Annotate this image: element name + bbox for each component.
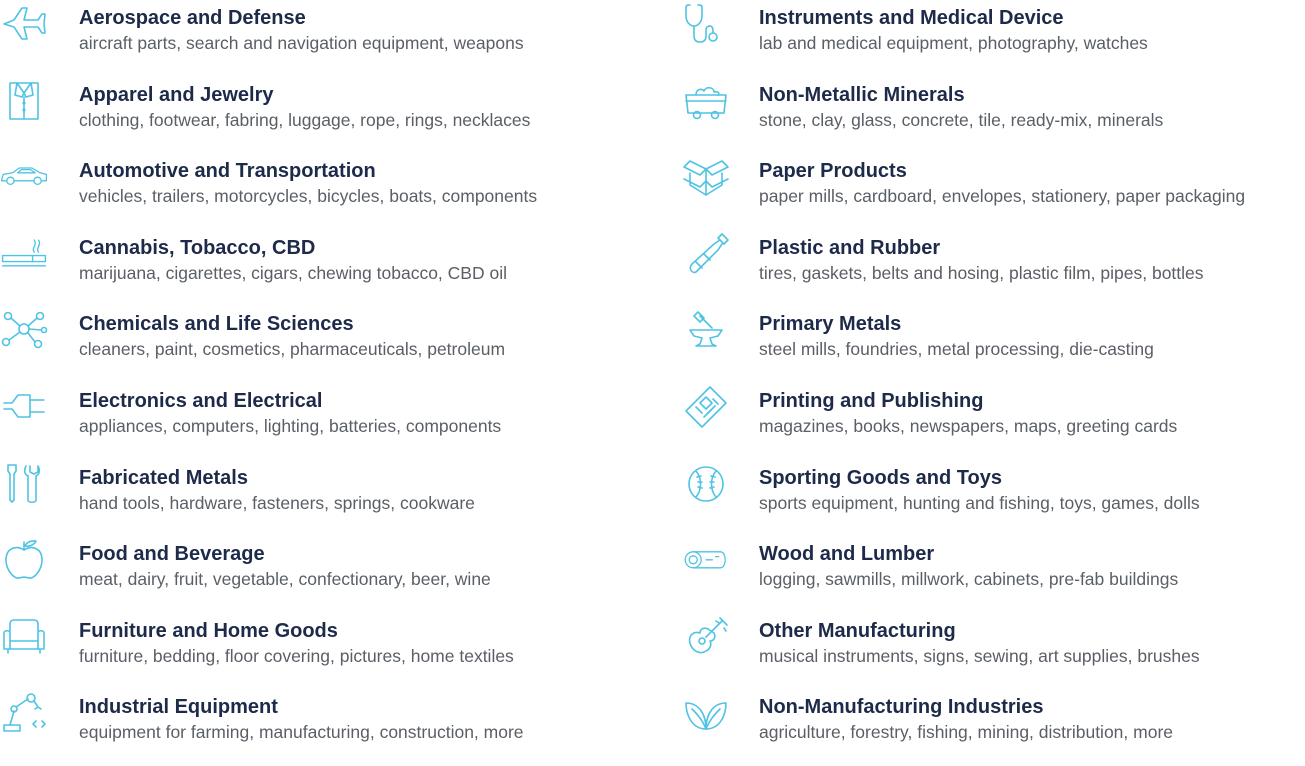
industry-item-apparel[interactable]: Apparel and Jewelry clothing, footwear, … — [0, 77, 640, 154]
newspaper-icon — [682, 385, 730, 428]
industry-title: Paper Products — [759, 160, 907, 183]
industry-item-wood[interactable]: Wood and Lumber logging, sawmills, millw… — [680, 536, 1305, 613]
car-icon — [0, 155, 48, 197]
industry-description: equipment for farming, manufacturing, co… — [79, 722, 524, 743]
industry-description: magazines, books, newspapers, maps, gree… — [759, 415, 1178, 436]
leaves-icon — [682, 691, 730, 733]
industry-description: vehicles, trailers, motorcycles, bicycle… — [79, 186, 538, 207]
log-icon — [682, 538, 730, 580]
industry-item-automotive[interactable]: Automotive and Transportation vehicles, … — [0, 153, 640, 230]
airplane-icon — [0, 2, 48, 44]
apple-icon — [0, 538, 48, 580]
industry-title: Apparel and Jewelry — [79, 83, 274, 106]
industry-item-fabricated-metals[interactable]: Fabricated Metals hand tools, hardware, … — [0, 460, 640, 537]
industry-description: sports equipment, hunting and fishing, t… — [759, 492, 1200, 513]
industry-title: Printing and Publishing — [759, 389, 984, 412]
guitar-icon — [682, 615, 730, 657]
industry-description: meat, dairy, fruit, vegetable, confectio… — [79, 569, 491, 590]
left-column: Aerospace and Defense aircraft parts, se… — [0, 0, 640, 766]
industry-title: Fabricated Metals — [79, 466, 248, 489]
industry-description: cleaners, paint, cosmetics, pharmaceutic… — [79, 339, 506, 360]
industry-item-food[interactable]: Food and Beverage meat, dairy, fruit, ve… — [0, 536, 640, 613]
cigarette-icon — [0, 232, 48, 274]
baseball-icon — [682, 462, 730, 504]
industry-item-non-manufacturing[interactable]: Non-Manufacturing Industries agriculture… — [680, 689, 1305, 766]
anvil-icon — [682, 308, 730, 350]
industry-title: Wood and Lumber — [759, 543, 935, 566]
industry-item-instruments[interactable]: Instruments and Medical Device lab and m… — [680, 0, 1305, 77]
industry-description: agriculture, forestry, fishing, mining, … — [759, 722, 1174, 743]
industry-description: musical instruments, signs, sewing, art … — [759, 645, 1200, 666]
industry-title: Cannabis, Tobacco, CBD — [79, 236, 316, 259]
right-column: Instruments and Medical Device lab and m… — [680, 0, 1305, 766]
industry-title: Instruments and Medical Device — [759, 7, 1064, 29]
industry-title: Sporting Goods and Toys — [759, 466, 1002, 489]
armchair-icon — [0, 615, 48, 657]
industry-description: lab and medical equipment, photography, … — [759, 33, 1148, 53]
molecule-icon — [0, 308, 48, 350]
industry-item-plastic[interactable]: Plastic and Rubber tires, gaskets, belts… — [680, 230, 1305, 307]
industry-title: Furniture and Home Goods — [79, 619, 338, 642]
industry-item-electronics[interactable]: Electronics and Electrical appliances, c… — [0, 383, 640, 460]
shirt-icon — [0, 79, 48, 121]
plug-icon — [0, 385, 48, 427]
industry-title: Non-Manufacturing Industries — [759, 696, 1044, 719]
industry-item-other-manufacturing[interactable]: Other Manufacturing musical instruments,… — [680, 613, 1305, 690]
industry-description: stone, clay, glass, concrete, tile, read… — [759, 109, 1164, 130]
industry-item-aerospace[interactable]: Aerospace and Defense aircraft parts, se… — [0, 0, 640, 77]
industry-description: hand tools, hardware, fasteners, springs… — [79, 492, 475, 513]
stethoscope-icon — [682, 2, 730, 44]
industry-item-industrial[interactable]: Industrial Equipment equipment for farmi… — [0, 689, 640, 766]
industry-title: Food and Beverage — [79, 543, 265, 566]
industry-title: Industrial Equipment — [79, 696, 278, 719]
industry-description: appliances, computers, lighting, batteri… — [79, 415, 502, 436]
bottle-icon — [682, 232, 730, 274]
industry-title: Primary Metals — [759, 313, 902, 336]
industry-item-chemicals[interactable]: Chemicals and Life Sciences cleaners, pa… — [0, 306, 640, 383]
industry-description: steel mills, foundries, metal processing… — [759, 339, 1154, 360]
industry-description: aircraft parts, search and navigation eq… — [79, 33, 524, 53]
mine-cart-icon — [682, 79, 730, 121]
industry-item-furniture[interactable]: Furniture and Home Goods furniture, bedd… — [0, 613, 640, 690]
tools-icon — [0, 462, 48, 504]
industry-item-primary-metals[interactable]: Primary Metals steel mills, foundries, m… — [680, 306, 1305, 383]
industry-item-sporting[interactable]: Sporting Goods and Toys sports equipment… — [680, 460, 1305, 537]
industry-description: marijuana, cigarettes, cigars, chewing t… — [79, 262, 507, 283]
industry-title: Automotive and Transportation — [79, 160, 376, 183]
industry-description: logging, sawmills, millwork, cabinets, p… — [759, 569, 1179, 590]
robot-arm-icon — [0, 691, 48, 733]
industry-description: tires, gaskets, belts and hosing, plasti… — [759, 262, 1204, 283]
industry-item-paper[interactable]: Paper Products paper mills, cardboard, e… — [680, 153, 1305, 230]
industry-title: Electronics and Electrical — [79, 389, 323, 412]
industry-grid: Aerospace and Defense aircraft parts, se… — [0, 0, 1305, 750]
industry-description: clothing, footwear, fabring, luggage, ro… — [79, 109, 531, 130]
industry-description: furniture, bedding, floor covering, pict… — [79, 645, 514, 666]
industry-title: Aerospace and Defense — [79, 7, 306, 29]
industry-title: Other Manufacturing — [759, 619, 956, 642]
industry-title: Plastic and Rubber — [759, 236, 941, 259]
industry-item-non-metallic-minerals[interactable]: Non-Metallic Minerals stone, clay, glass… — [680, 77, 1305, 154]
box-icon — [682, 155, 730, 197]
industry-title: Chemicals and Life Sciences — [79, 313, 354, 336]
industry-item-printing[interactable]: Printing and Publishing magazines, books… — [680, 383, 1305, 460]
industry-description: paper mills, cardboard, envelopes, stati… — [759, 186, 1246, 207]
industry-title: Non-Metallic Minerals — [759, 83, 965, 106]
industry-item-cannabis[interactable]: Cannabis, Tobacco, CBD marijuana, cigare… — [0, 230, 640, 307]
